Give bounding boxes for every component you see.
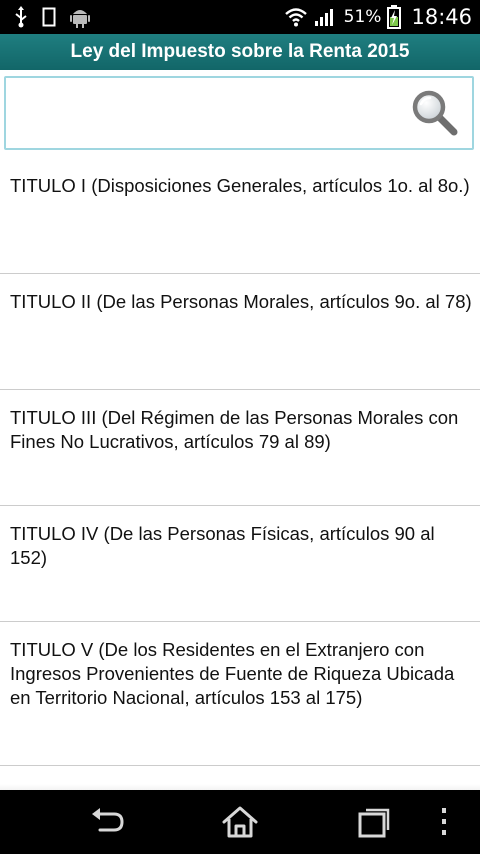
recent-apps-icon[interactable] [354,804,394,840]
list-item-label: TITULO II (De las Personas Morales, artí… [10,291,472,312]
list-item[interactable]: TITULO IV (De las Personas Físicas, artí… [0,506,480,622]
list-item-label: TITULO IV (De las Personas Físicas, artí… [10,523,435,568]
search-bar [0,70,480,158]
wifi-icon [284,8,307,27]
titulos-list: TITULO I (Disposiciones Generales, artíc… [0,158,480,766]
usb-icon [15,6,27,28]
list-item[interactable]: TITULO I (Disposiciones Generales, artíc… [0,158,480,274]
home-icon[interactable] [220,804,260,840]
list-item-label: TITULO III (Del Régimen de las Personas … [10,407,459,452]
battery-charging-icon [387,5,402,29]
list-item[interactable]: TITULO V (De los Residentes en el Extran… [0,622,480,766]
menu-icon[interactable] [434,804,454,840]
status-indicators: 51% 18:46 [284,3,472,31]
battery-percent: 51% [343,7,382,27]
signal-icon [314,9,333,26]
list-item-label: TITULO V (De los Residentes en el Extran… [10,639,455,708]
status-bar: 51% 18:46 [0,0,480,34]
status-notifications [14,5,90,29]
search-box[interactable] [4,76,474,150]
list-item[interactable]: TITULO II (De las Personas Morales, artí… [0,274,480,390]
list-item[interactable]: TITULO III (Del Régimen de las Personas … [0,390,480,506]
android-icon [70,10,90,28]
navigation-bar [0,790,480,854]
notification-icon [42,7,56,27]
search-icon[interactable] [410,88,460,138]
search-input[interactable] [14,86,398,142]
status-clock: 18:46 [411,5,472,29]
page-title: Ley del Impuesto sobre la Renta 2015 [70,41,410,62]
screen: 51% 18:46 Ley del Impuesto sobre la Rent… [0,0,480,854]
app-title-bar: Ley del Impuesto sobre la Renta 2015 [0,34,480,70]
list-item-label: TITULO I (Disposiciones Generales, artíc… [10,175,470,196]
back-icon[interactable] [88,804,128,840]
